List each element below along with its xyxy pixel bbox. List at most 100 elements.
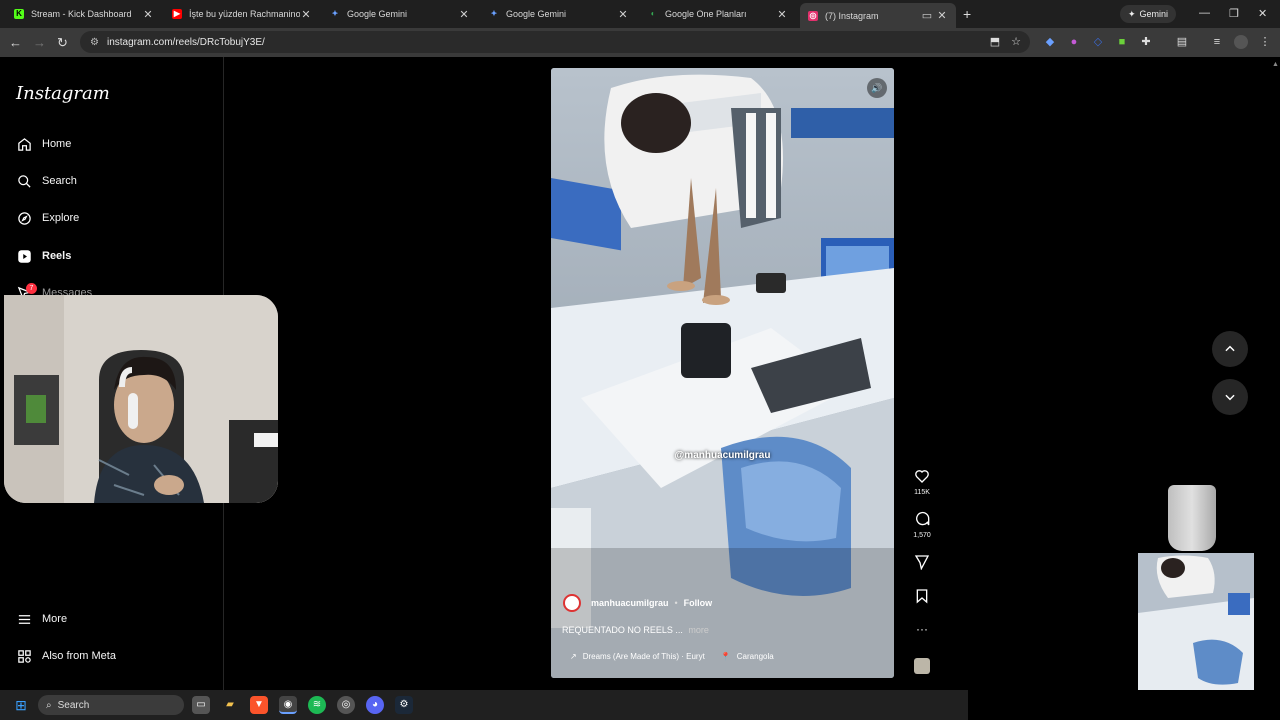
mini-preview-sidebar <box>966 553 1028 690</box>
taskbar-search[interactable]: ⌕ Search <box>38 695 184 715</box>
reel-video-frame <box>551 68 894 678</box>
extension-icon[interactable]: ◇ <box>1091 35 1105 49</box>
bookmark-star-icon[interactable]: ☆ <box>1009 35 1023 49</box>
tab-label: Google One Planları <box>665 9 747 19</box>
share-button[interactable] <box>910 554 934 575</box>
chrome-icon[interactable]: ◉ <box>279 696 297 714</box>
close-icon[interactable]: ✕ <box>142 8 154 21</box>
location-link[interactable]: Carangola <box>737 652 774 661</box>
more-options-button[interactable]: ··· <box>910 622 934 636</box>
audio-thumbnail[interactable] <box>910 658 934 674</box>
caption-more-link[interactable]: more <box>688 625 709 635</box>
sidebar-toggle-icon[interactable]: ▤ <box>1175 35 1189 49</box>
browser-toolbar: ← → ↻ ⚙ instagram.com/reels/DRcTobujY3E/… <box>0 28 1280 57</box>
site-settings-icon[interactable]: ⚙ <box>90 37 99 48</box>
reel-author-row: manhuacumilgrau • Follow <box>563 594 712 612</box>
extension-icon[interactable]: ● <box>1067 35 1081 49</box>
gemini-button[interactable]: ✦ Gemini <box>1120 5 1176 23</box>
reels-icon <box>16 248 32 264</box>
close-icon[interactable]: ✕ <box>300 8 312 21</box>
browser-tab-strip: K Stream - Kick Dashboard ✕ ▶ İşte bu yü… <box>0 0 1280 28</box>
youtube-icon: ▶ <box>172 9 182 19</box>
profile-avatar[interactable] <box>1234 35 1248 49</box>
minimize-icon[interactable]: — <box>1199 7 1210 19</box>
window-close-icon[interactable]: ✕ <box>1258 7 1267 20</box>
sidebar-item-more[interactable]: More <box>16 611 67 627</box>
tab-label: (7) Instagram <box>825 10 879 21</box>
windows-start-icon[interactable]: ⊞ <box>12 696 30 714</box>
meta-grid-icon <box>16 648 32 664</box>
tab-gemini-2[interactable]: ✦ Google Gemini ✕ <box>481 3 637 25</box>
like-count: 115K <box>914 489 930 496</box>
tab-media-icon[interactable]: ▭ <box>918 9 936 22</box>
sidebar-item-reels[interactable]: Reels <box>16 248 71 264</box>
comment-button[interactable]: 1,570 <box>910 511 934 539</box>
new-tab-button[interactable]: + <box>963 6 971 22</box>
audio-track-link[interactable]: Dreams (Are Made of This) · Euryt <box>583 652 705 661</box>
puzzle-icon[interactable]: ✚ <box>1139 35 1153 49</box>
menu-icon <box>16 611 32 627</box>
steam-icon[interactable]: ⚙ <box>395 696 413 714</box>
author-username[interactable]: manhuacumilgrau <box>591 598 669 608</box>
install-app-icon[interactable]: ⬒ <box>988 35 1002 49</box>
sidebar-item-home[interactable]: Home <box>16 136 71 152</box>
back-icon[interactable]: ← <box>9 35 22 50</box>
sidebar-item-label: Explore <box>42 212 80 224</box>
chevron-down-icon <box>1225 394 1235 401</box>
restore-icon[interactable]: ❐ <box>1229 7 1239 20</box>
scroll-up-arrow-icon[interactable]: ▲ <box>1272 61 1279 71</box>
page-scrollbar[interactable]: ▲ <box>1270 57 1280 690</box>
streamer-webcam-image <box>4 295 278 503</box>
extension-icon[interactable]: ◆ <box>1043 35 1057 49</box>
gemini-icon: ✦ <box>331 9 339 18</box>
discord-icon[interactable]: ◕ <box>366 696 384 714</box>
gemini-icon: ✦ <box>490 9 498 18</box>
tab-gemini-1[interactable]: ✦ Google Gemini ✕ <box>322 3 478 25</box>
brave-browser-icon[interactable]: ▼ <box>250 696 268 714</box>
cup-overlay-image <box>1168 485 1216 551</box>
extension-icon[interactable]: ■ <box>1115 35 1129 49</box>
reload-icon[interactable]: ↻ <box>57 35 68 51</box>
sidebar-item-search[interactable]: Search <box>16 173 77 189</box>
comment-icon <box>910 511 934 529</box>
google-one-icon: ◐ <box>650 9 656 18</box>
avatar[interactable] <box>563 594 581 612</box>
bookmark-icon <box>910 588 934 606</box>
sidebar-item-also-from-meta[interactable]: Also from Meta <box>16 648 116 664</box>
ellipsis-icon: ··· <box>916 622 928 636</box>
sidebar-item-explore[interactable]: Explore <box>16 210 79 226</box>
kick-icon: K <box>14 9 24 19</box>
spotify-icon[interactable]: ≋ <box>308 696 326 714</box>
file-explorer-icon[interactable]: ▰ <box>221 696 239 714</box>
follow-button[interactable]: Follow <box>684 598 713 608</box>
sidebar-item-label: Search <box>42 175 77 187</box>
tab-instagram[interactable]: ◎ (7) Instagram ▭ ✕ <box>800 3 956 28</box>
tab-youtube[interactable]: ▶ İşte bu yüzden Rachmaninoff E ✕ <box>164 3 320 25</box>
close-icon[interactable]: ✕ <box>617 8 629 21</box>
next-reel-button[interactable] <box>1212 379 1248 415</box>
close-icon[interactable]: ✕ <box>936 9 948 22</box>
like-button[interactable]: 115K <box>910 468 934 496</box>
sidebar-item-label: Reels <box>42 250 72 262</box>
previous-reel-button[interactable] <box>1212 331 1248 367</box>
media-controls-icon[interactable]: ≡ <box>1210 35 1224 49</box>
close-icon[interactable]: ✕ <box>458 8 470 21</box>
gemini-icon: ✦ <box>1127 8 1136 19</box>
instagram-logo[interactable]: Instagram <box>16 83 110 104</box>
volume-icon[interactable]: 🔊 <box>867 78 887 98</box>
kebab-menu-icon[interactable]: ⋮ <box>1258 35 1272 49</box>
gemini-button-label: Gemini <box>1139 9 1169 19</box>
task-view-icon[interactable]: ▭ <box>192 696 210 714</box>
tab-google-one[interactable]: ◐ Google One Planları ✕ <box>640 3 796 25</box>
close-icon[interactable]: ✕ <box>776 8 788 21</box>
save-button[interactable] <box>910 588 934 609</box>
sidebar-item-label: Home <box>42 138 72 150</box>
address-bar[interactable]: ⚙ instagram.com/reels/DRcTobujY3E/ <box>80 31 1030 53</box>
reel-video-player[interactable]: 🔊 @manhuacumilgrau manhuacumilgrau • Fol… <box>551 68 894 678</box>
forward-icon[interactable]: → <box>33 35 46 50</box>
obs-icon[interactable]: ◎ <box>337 696 355 714</box>
send-icon <box>910 554 934 572</box>
separator-dot: • <box>674 598 678 608</box>
tab-kick-dashboard[interactable]: K Stream - Kick Dashboard ✕ <box>6 3 162 25</box>
sidebar-item-label: Also from Meta <box>42 650 116 662</box>
